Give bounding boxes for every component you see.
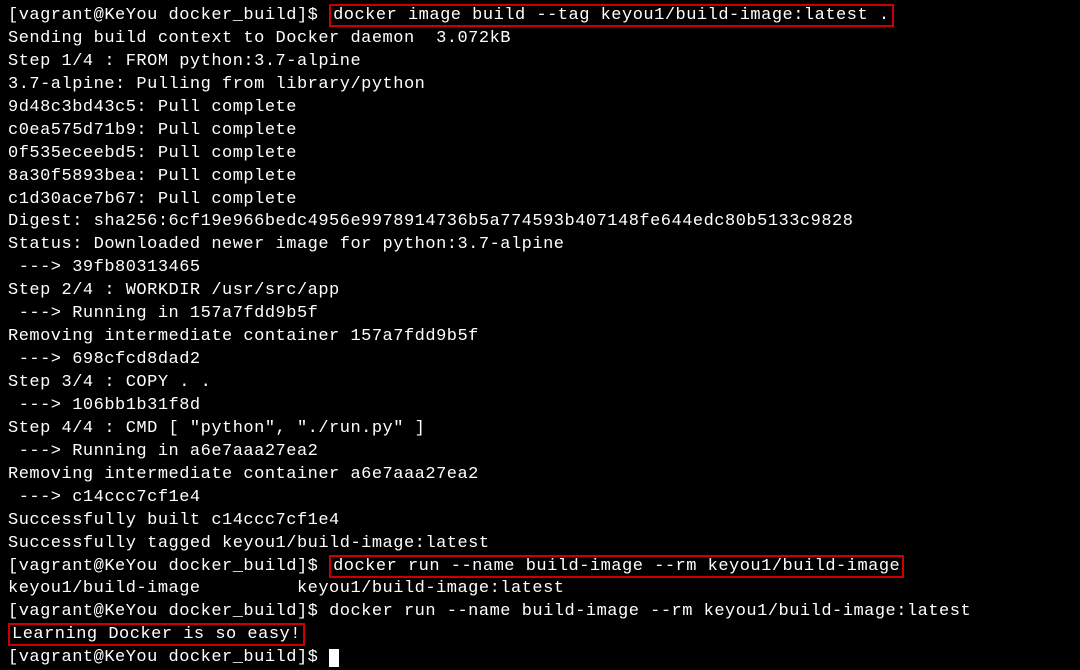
output-line: Step 1/4 : FROM python:3.7-alpine xyxy=(8,51,1072,74)
highlighted-command-2: docker run --name build-image --rm keyou… xyxy=(329,555,904,578)
output-line: Removing intermediate container 157a7fdd… xyxy=(8,326,1072,349)
output-line: 8a30f5893bea: Pull complete xyxy=(8,166,1072,189)
output-line: 3.7-alpine: Pulling from library/python xyxy=(8,74,1072,97)
terminal-line: [vagrant@KeYou docker_build]$ docker run… xyxy=(8,556,1072,579)
terminal-line: [vagrant@KeYou docker_build]$ docker ima… xyxy=(8,5,1072,28)
output-line: 0f535eceebd5: Pull complete xyxy=(8,143,1072,166)
command-text: docker run --name build-image --rm keyou… xyxy=(329,602,971,621)
output-line: 9d48c3bd43c5: Pull complete xyxy=(8,97,1072,120)
output-line: Digest: sha256:6cf19e966bedc4956e9978914… xyxy=(8,211,1072,234)
highlighted-output-text: Learning Docker is so easy! xyxy=(8,623,305,646)
output-line: c0ea575d71b9: Pull complete xyxy=(8,120,1072,143)
highlighted-command-1: docker image build --tag keyou1/build-im… xyxy=(329,4,894,27)
shell-prompt: [vagrant@KeYou docker_build]$ xyxy=(8,648,329,667)
output-line: ---> Running in 157a7fdd9b5f xyxy=(8,303,1072,326)
output-line: Sending build context to Docker daemon 3… xyxy=(8,28,1072,51)
terminal-line[interactable]: [vagrant@KeYou docker_build]$ xyxy=(8,647,1072,670)
output-line: Status: Downloaded newer image for pytho… xyxy=(8,234,1072,257)
output-line: Step 2/4 : WORKDIR /usr/src/app xyxy=(8,280,1072,303)
output-line: c1d30ace7b67: Pull complete xyxy=(8,189,1072,212)
output-line: Step 4/4 : CMD [ "python", "./run.py" ] xyxy=(8,418,1072,441)
output-line: keyou1/build-image keyou1/build-image:la… xyxy=(8,578,1072,601)
shell-prompt: [vagrant@KeYou docker_build]$ xyxy=(8,6,329,25)
cursor-icon xyxy=(329,649,339,667)
output-line: ---> 106bb1b31f8d xyxy=(8,395,1072,418)
output-line: ---> 698cfcd8dad2 xyxy=(8,349,1072,372)
shell-prompt: [vagrant@KeYou docker_build]$ xyxy=(8,557,329,576)
output-line: Removing intermediate container a6e7aaa2… xyxy=(8,464,1072,487)
output-line: ---> c14ccc7cf1e4 xyxy=(8,487,1072,510)
output-line: Successfully built c14ccc7cf1e4 xyxy=(8,510,1072,533)
terminal-line: [vagrant@KeYou docker_build]$ docker run… xyxy=(8,601,1072,624)
output-line: ---> Running in a6e7aaa27ea2 xyxy=(8,441,1072,464)
output-line: ---> 39fb80313465 xyxy=(8,257,1072,280)
shell-prompt: [vagrant@KeYou docker_build]$ xyxy=(8,602,329,621)
output-line: Step 3/4 : COPY . . xyxy=(8,372,1072,395)
output-line: Successfully tagged keyou1/build-image:l… xyxy=(8,533,1072,556)
